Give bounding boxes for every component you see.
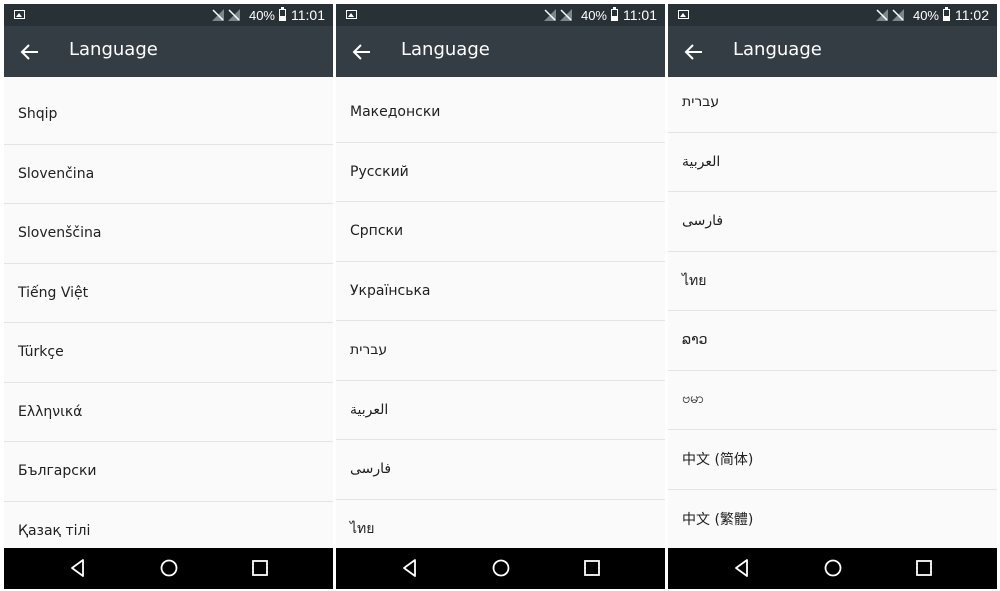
phone-screen-2: 40% 11:01 Language Македонски Русский Ср…: [336, 4, 665, 589]
language-item[interactable]: Српски: [336, 202, 665, 262]
language-item[interactable]: Українська: [336, 261, 665, 321]
language-item[interactable]: Slovenčina: [4, 144, 333, 204]
app-bar: Language: [668, 26, 997, 77]
language-item[interactable]: Македонски: [336, 83, 665, 143]
clock: 11:01: [623, 7, 657, 23]
language-item[interactable]: فارسی: [668, 192, 997, 252]
battery-percent: 40%: [912, 7, 939, 23]
back-arrow-icon[interactable]: [352, 42, 372, 62]
language-list[interactable]: Shqip Slovenčina Slovenščina Tiếng Việt …: [4, 77, 333, 548]
page-title: Language: [401, 39, 490, 60]
nav-recents-icon[interactable]: [250, 558, 270, 578]
image-notification-icon: [678, 10, 689, 19]
nav-back-icon[interactable]: [732, 558, 752, 578]
phone-screen-1: 40% 11:01 Language Shqip Slovenčina Slov…: [4, 4, 333, 589]
language-item[interactable]: العربية: [336, 380, 665, 440]
app-bar: Language: [336, 26, 665, 77]
status-bar: 40% 11:01: [336, 4, 665, 26]
language-list[interactable]: עברית العربية فارسی ไทย ລາວ ဗမာ 中文 (简体) …: [668, 77, 997, 548]
language-item[interactable]: 中文 (繁體): [668, 489, 997, 548]
no-signal-icon: [876, 9, 888, 21]
navigation-bar: [336, 548, 665, 589]
language-item[interactable]: Türkçe: [4, 323, 333, 383]
page-title: Language: [69, 39, 158, 60]
no-signal-icon: [212, 9, 224, 21]
battery-icon: [611, 7, 618, 21]
language-item[interactable]: ไทย: [668, 251, 997, 311]
language-item[interactable]: Shqip: [4, 85, 333, 145]
image-notification-icon: [346, 10, 357, 19]
navigation-bar: [668, 548, 997, 589]
no-signal-icon: [560, 9, 572, 21]
no-signal-icon: [544, 9, 556, 21]
nav-home-icon[interactable]: [159, 558, 179, 578]
image-notification-icon: [14, 10, 25, 19]
nav-recents-icon[interactable]: [914, 558, 934, 578]
language-list[interactable]: Македонски Русский Српски Українська עבר…: [336, 77, 665, 548]
back-arrow-icon[interactable]: [20, 42, 40, 62]
nav-home-icon[interactable]: [491, 558, 511, 578]
language-item[interactable]: فارسی: [336, 440, 665, 500]
phone-screen-3: 40% 11:02 Language עברית العربية فارسی ไ…: [668, 4, 997, 589]
no-signal-icon: [228, 9, 240, 21]
language-item[interactable]: Slovenščina: [4, 204, 333, 264]
status-bar: 40% 11:02: [668, 4, 997, 26]
language-item[interactable]: עברית: [668, 77, 997, 133]
nav-home-icon[interactable]: [823, 558, 843, 578]
language-item[interactable]: Русский: [336, 142, 665, 202]
language-item[interactable]: Tiếng Việt: [4, 263, 333, 323]
battery-icon: [943, 7, 950, 21]
nav-recents-icon[interactable]: [582, 558, 602, 578]
navigation-bar: [4, 548, 333, 589]
language-item[interactable]: Қазақ тілі: [4, 501, 333, 548]
back-arrow-icon[interactable]: [684, 42, 704, 62]
app-bar: Language: [4, 26, 333, 77]
language-item[interactable]: ລາວ: [668, 311, 997, 371]
language-item[interactable]: 中文 (简体): [668, 430, 997, 490]
battery-icon: [279, 7, 286, 21]
no-signal-icon: [892, 9, 904, 21]
language-item[interactable]: עברית: [336, 321, 665, 381]
language-item[interactable]: Български: [4, 442, 333, 502]
page-title: Language: [733, 39, 822, 60]
clock: 11:01: [291, 7, 325, 23]
nav-back-icon[interactable]: [400, 558, 420, 578]
battery-percent: 40%: [248, 7, 275, 23]
battery-percent: 40%: [580, 7, 607, 23]
language-item[interactable]: العربية: [668, 132, 997, 192]
language-item[interactable]: ไทย: [336, 499, 665, 548]
clock: 11:02: [955, 7, 989, 23]
language-item[interactable]: ဗမာ: [668, 370, 997, 430]
language-item[interactable]: Ελληνικά: [4, 382, 333, 442]
nav-back-icon[interactable]: [68, 558, 88, 578]
status-bar: 40% 11:01: [4, 4, 333, 26]
